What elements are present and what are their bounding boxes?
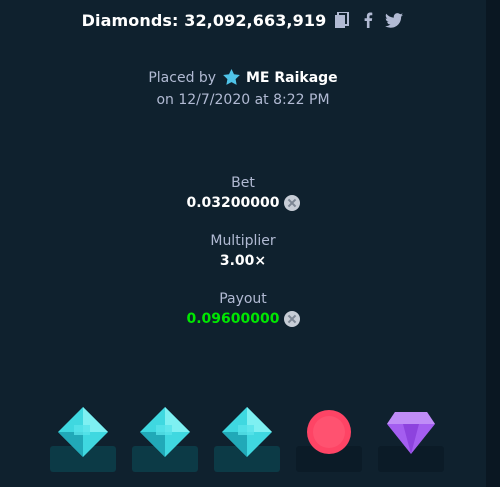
twitter-icon[interactable] <box>384 10 404 30</box>
tile-diamond-3 <box>214 392 280 472</box>
diamond-icon <box>222 407 272 457</box>
multiplier-value: 3.00× <box>219 253 267 269</box>
bet-amount: 0.03200000 <box>187 193 300 213</box>
bet-value: 0.03200000 <box>186 195 280 211</box>
payout-block: Payout 0.09600000 <box>0 290 486 329</box>
tile-red-circle <box>296 392 362 472</box>
tile-purple-gem <box>378 392 444 472</box>
tile-row <box>40 392 448 472</box>
payout-label: Payout <box>219 291 267 307</box>
star-icon <box>222 69 240 92</box>
tile-diamond-2 <box>132 392 198 472</box>
facebook-icon[interactable] <box>358 10 378 30</box>
game-title: Diamonds: 32,092,663,919 <box>81 10 327 30</box>
purple-gem-icon <box>387 412 435 454</box>
tile-diamond-1 <box>50 392 116 472</box>
scrollbar-track[interactable] <box>486 0 500 487</box>
multiplier-label: Multiplier <box>210 233 276 249</box>
payout-value: 0.09600000 <box>186 311 280 327</box>
header-row: Diamonds: 32,092,663,919 <box>0 9 486 31</box>
bet-block: Bet 0.03200000 <box>0 174 486 213</box>
diamond-icon <box>58 407 108 457</box>
multiplier-block: Multiplier 3.00× <box>0 232 486 271</box>
diamond-icon <box>140 407 190 457</box>
placed-date: on 12/7/2020 at 8:22 PM <box>156 92 330 108</box>
coin-icon <box>283 311 300 327</box>
placed-by-label: Placed by <box>148 70 217 86</box>
copy-icon[interactable] <box>332 10 352 30</box>
placed-by-line: Placed by ME Raikage <box>0 67 486 92</box>
payout-amount: 0.09600000 <box>187 309 300 329</box>
coin-icon <box>283 195 300 211</box>
bet-label: Bet <box>231 175 255 191</box>
red-circle-icon <box>307 410 351 454</box>
username-link[interactable]: ME Raikage <box>246 70 338 86</box>
